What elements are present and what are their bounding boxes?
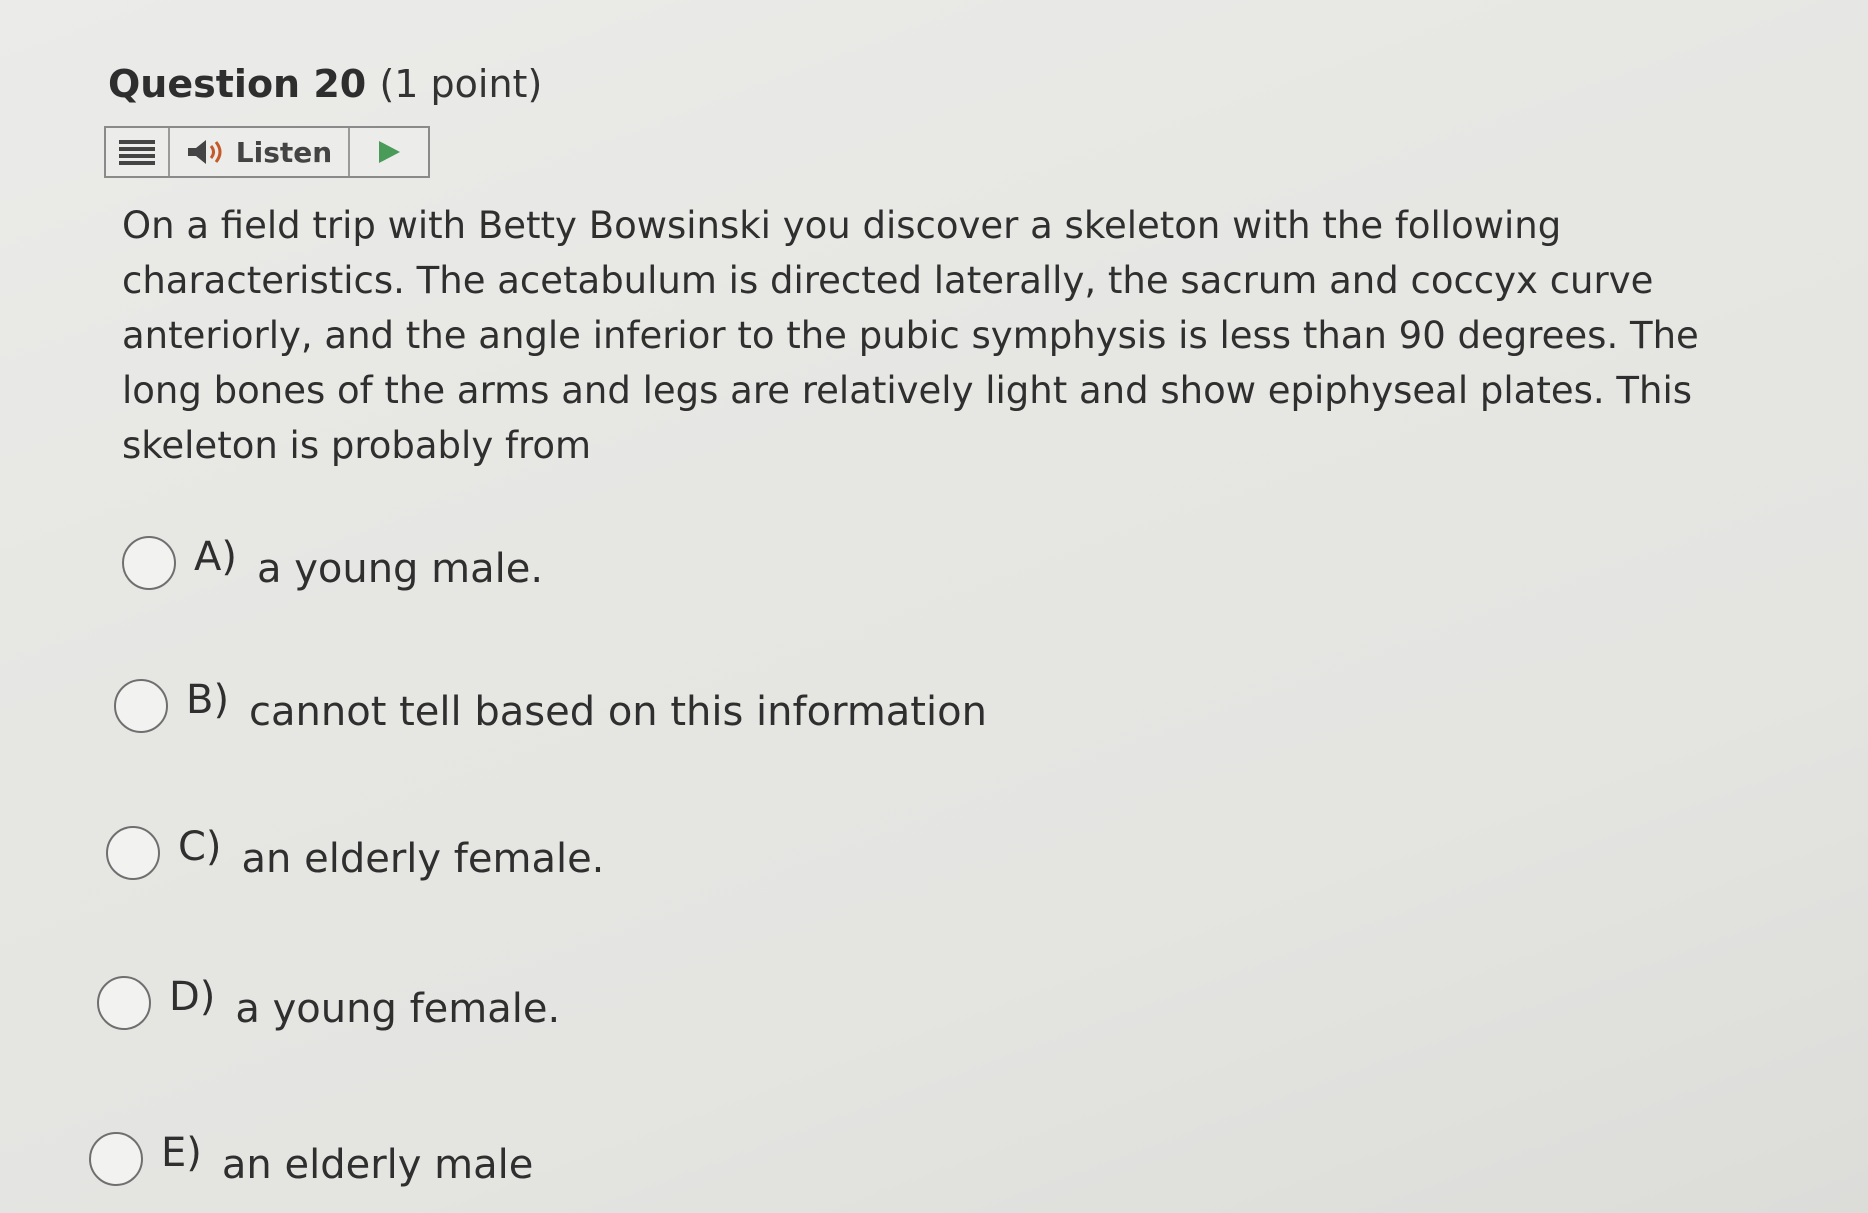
option-d[interactable]: D) a young female. <box>97 974 560 1032</box>
listen-label: Listen <box>235 135 333 169</box>
question-title: Question 20 (1 point) <box>108 62 542 106</box>
radio-button[interactable] <box>89 1132 143 1186</box>
option-e[interactable]: E) an elderly male <box>89 1130 533 1188</box>
menu-icon <box>119 140 155 165</box>
play-icon <box>379 141 400 163</box>
option-letter: E) <box>161 1130 202 1176</box>
question-number: Question 20 <box>108 62 367 106</box>
play-button[interactable] <box>350 128 428 176</box>
option-text[interactable]: an elderly male <box>222 1142 533 1188</box>
radio-button[interactable] <box>106 826 160 880</box>
radio-button[interactable] <box>97 976 151 1030</box>
radio-button[interactable] <box>114 679 168 733</box>
option-letter: A) <box>194 534 237 580</box>
radio-button[interactable] <box>122 536 176 590</box>
option-text[interactable]: a young male. <box>257 546 543 592</box>
question-text: On a field trip with Betty Bowsinski you… <box>122 204 1699 467</box>
option-a[interactable]: A) a young male. <box>122 534 543 592</box>
speaker-icon <box>187 140 222 164</box>
option-b[interactable]: B) cannot tell based on this information <box>114 677 987 735</box>
option-letter: B) <box>186 677 230 723</box>
option-letter: C) <box>178 824 222 870</box>
option-letter: D) <box>169 974 216 1020</box>
option-text[interactable]: cannot tell based on this information <box>249 689 987 735</box>
option-text[interactable]: a young female. <box>235 986 560 1032</box>
menu-button[interactable] <box>106 128 170 176</box>
question-points: (1 point) <box>379 62 543 106</box>
option-c[interactable]: C) an elderly female. <box>106 824 605 882</box>
option-text[interactable]: an elderly female. <box>242 836 605 882</box>
listen-toolbar: Listen <box>104 126 430 178</box>
listen-button[interactable]: Listen <box>170 128 350 176</box>
